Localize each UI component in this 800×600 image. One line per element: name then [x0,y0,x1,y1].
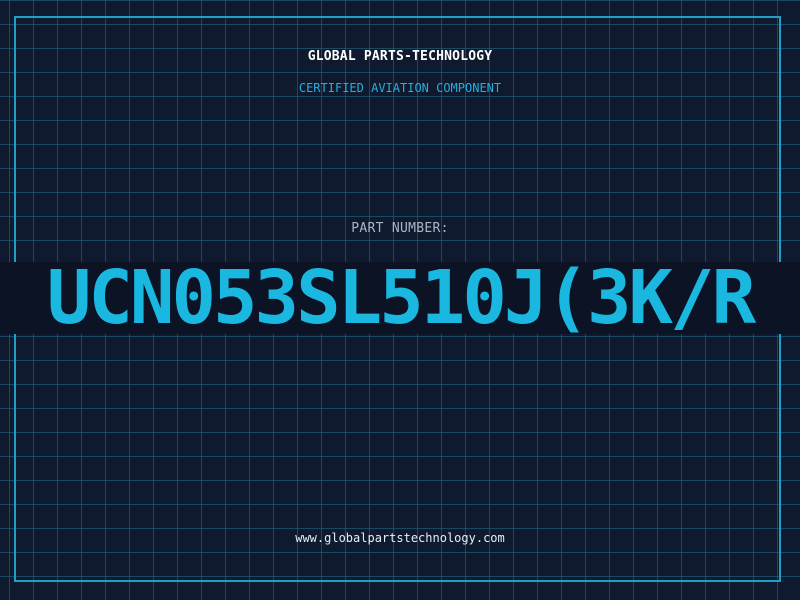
part-number-label: PART NUMBER: [351,221,449,236]
website-url[interactable]: www.globalpartstechnology.com [0,531,800,545]
part-number-value: UCN053SL510J(3K/R [46,262,756,334]
company-name: GLOBAL PARTS-TECHNOLOGY [307,49,493,64]
certification-tagline: CERTIFIED AVIATION COMPONENT [298,81,502,95]
